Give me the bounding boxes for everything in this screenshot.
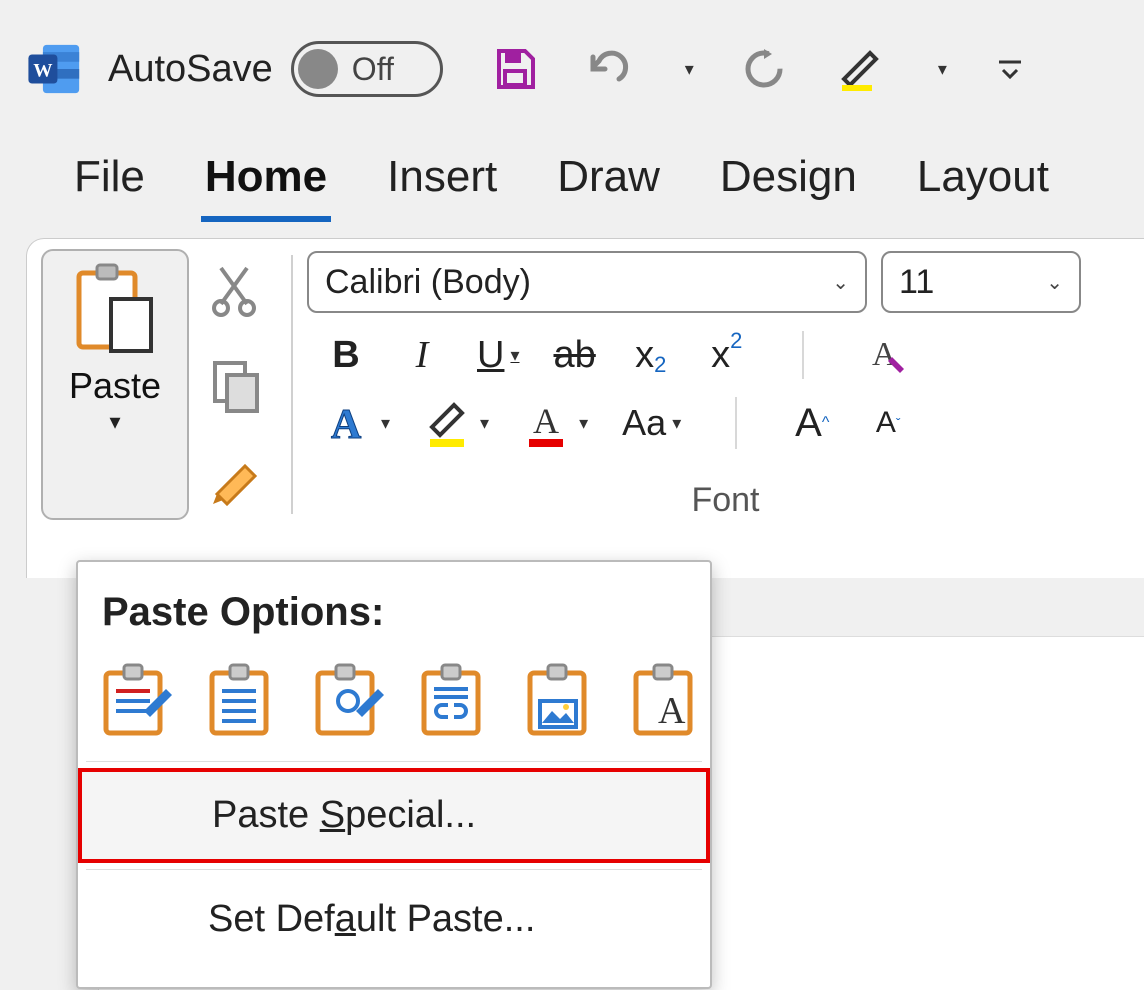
clipboard-mini-column (197, 249, 277, 520)
italic-button[interactable]: I (401, 333, 443, 377)
clear-formatting-button[interactable]: A (858, 331, 906, 379)
font-group-label: Font (307, 481, 1144, 520)
tab-draw[interactable]: Draw (553, 146, 664, 222)
set-default-paste-menu-item[interactable]: Set Default Paste... (78, 876, 710, 963)
font-color-button[interactable]: A▾ (523, 397, 588, 449)
separator (291, 255, 293, 514)
paste-label: Paste (69, 365, 161, 407)
bold-button[interactable]: B (325, 334, 367, 377)
customize-qat-button[interactable] (989, 48, 1031, 90)
clipboard-paste-icon (71, 259, 159, 359)
highlighter-qat-dropdown[interactable]: ▾ (928, 55, 951, 84)
chevron-down-icon: ▾ (109, 409, 120, 435)
toggle-knob (298, 49, 338, 89)
font-size-value: 11 (899, 263, 934, 302)
font-group: Calibri (Body) ⌄ 11 ⌄ B I U▾ ab x2 x2 A (307, 249, 1144, 520)
paste-text-only[interactable]: A (630, 661, 702, 739)
superscript-button[interactable]: x2 (706, 334, 748, 377)
separator (802, 331, 804, 379)
chevron-down-icon: ⌄ (832, 270, 849, 295)
paste-dropdown-menu: Paste Options: A Paste Special... Set De… (76, 560, 712, 989)
menu-separator (86, 761, 702, 762)
autosave-toggle[interactable]: Off (291, 41, 443, 97)
svg-text:A: A (658, 690, 686, 732)
title-bar: W AutoSave Off ▾ ▾ (0, 0, 1144, 130)
paste-merge-formatting[interactable] (206, 661, 278, 739)
tab-insert[interactable]: Insert (383, 146, 501, 222)
paste-options-title: Paste Options: (78, 582, 710, 653)
text-effects-button[interactable]: A▾ (325, 398, 390, 448)
ribbon-tabs: File Home Insert Draw Design Layout (0, 130, 1144, 222)
paste-special-menu-item[interactable]: Paste Special... (78, 768, 710, 863)
autosave-label: AutoSave (108, 48, 273, 91)
font-size-combo[interactable]: 11 ⌄ (881, 251, 1081, 313)
tab-layout[interactable]: Layout (913, 146, 1053, 222)
autosave-state: Off (352, 51, 394, 88)
svg-text:W: W (33, 60, 53, 81)
svg-text:A: A (533, 401, 559, 441)
paste-keep-source-formatting[interactable] (100, 661, 172, 739)
ribbon-home: Paste ▾ Calibri (Body) ⌄ 1 (26, 238, 1144, 578)
highlighter-qat-button[interactable] (830, 39, 890, 99)
highlight-color-button[interactable]: ▾ (424, 397, 489, 449)
svg-text:A: A (872, 336, 897, 373)
strikethrough-button[interactable]: ab (554, 334, 596, 377)
font-name-combo[interactable]: Calibri (Body) ⌄ (307, 251, 867, 313)
paste-options-row: A (78, 653, 710, 755)
word-app-icon: W (26, 40, 84, 98)
svg-text:A: A (331, 402, 362, 448)
undo-dropdown[interactable]: ▾ (675, 55, 698, 84)
paste-button[interactable]: Paste ▾ (41, 249, 189, 520)
paste-link[interactable] (418, 661, 490, 739)
paste-merge-list[interactable] (312, 661, 384, 739)
format-painter-button[interactable] (211, 454, 263, 506)
menu-separator (86, 869, 702, 870)
shrink-font-button[interactable]: Aˇ (867, 406, 909, 440)
save-button[interactable] (487, 41, 543, 97)
undo-button[interactable] (581, 41, 637, 97)
underline-button[interactable]: U▾ (477, 334, 520, 377)
tab-design[interactable]: Design (716, 146, 861, 222)
subscript-button[interactable]: x2 (630, 334, 672, 377)
tab-file[interactable]: File (70, 146, 149, 222)
chevron-down-icon: ⌄ (1046, 270, 1063, 295)
paste-picture[interactable] (524, 661, 596, 739)
cut-button[interactable] (211, 264, 263, 318)
tab-home[interactable]: Home (201, 146, 331, 222)
change-case-button[interactable]: Aa▾ (622, 402, 681, 444)
copy-button[interactable] (211, 359, 263, 413)
quick-access-toolbar: ▾ ▾ (487, 39, 1031, 99)
repeat-button[interactable] (736, 41, 792, 97)
grow-font-button[interactable]: A^ (791, 401, 833, 446)
separator (735, 397, 737, 449)
font-name-value: Calibri (Body) (325, 263, 531, 302)
